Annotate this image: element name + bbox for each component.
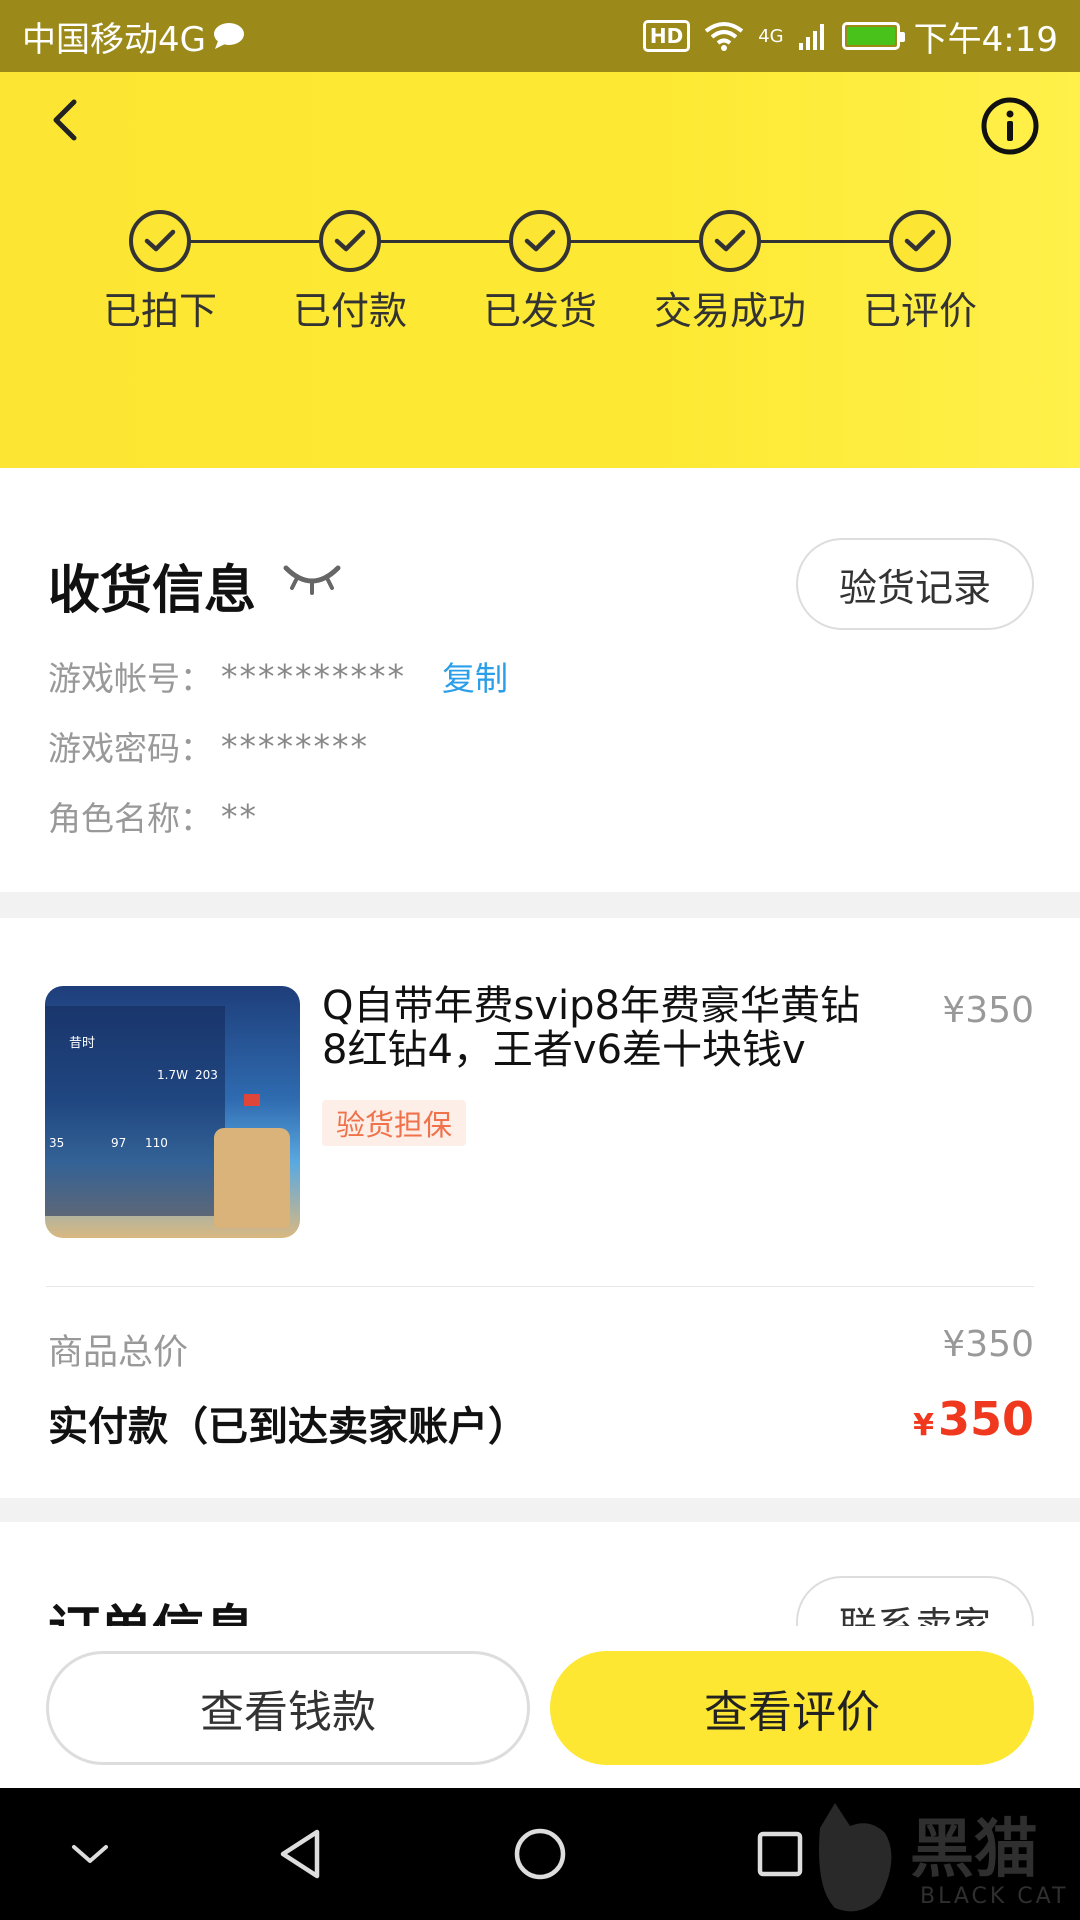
sandcastle-image	[214, 1128, 290, 1228]
delivery-title: 收货信息	[48, 561, 257, 621]
paid-label: 实付款（已到达卖家账户）	[48, 1404, 528, 1450]
product-title[interactable]: Q自带年费svip8年费豪华黄钻8红钻4，王者v6差十块钱v	[322, 984, 882, 1072]
role-row: 角色名称： **	[48, 792, 258, 840]
total-price-label: 商品总价	[48, 1333, 189, 1373]
check-circle-icon	[129, 210, 191, 272]
navigation-bar: 黑猫 BLACK CAT	[0, 1788, 1080, 1920]
divider	[46, 1286, 1034, 1287]
home-nav-button[interactable]	[480, 1788, 600, 1920]
thumb-name: 昔时	[69, 1036, 96, 1051]
password-row: 游戏密码： ********	[48, 722, 369, 770]
check-circle-icon	[699, 210, 761, 272]
battery-icon	[841, 22, 905, 50]
step-paid: 已付款	[255, 210, 445, 335]
step-completed: 交易成功	[635, 210, 825, 335]
paid-amount: ¥350	[913, 1392, 1034, 1446]
back-nav-button[interactable]	[240, 1788, 360, 1920]
product-card: 昔时 1.7W 203 35 97 110 Q自带年费svip8年费豪华黄钻8红…	[0, 918, 1080, 1498]
hide-keyboard-button[interactable]	[30, 1788, 150, 1920]
step-shipped: 已发货	[445, 210, 635, 335]
role-value: **	[221, 796, 258, 836]
password-label: 游戏密码：	[48, 729, 213, 768]
thumb-stat: 97	[111, 1136, 127, 1150]
account-row: 游戏帐号： ********** 复制	[48, 652, 508, 700]
watermark-subtext: BLACK CAT	[920, 1884, 1069, 1909]
status-bar: 中国移动4G HD 4G 下午4:19	[0, 0, 1080, 72]
eye-closed-icon[interactable]	[282, 560, 342, 596]
account-label: 游戏帐号：	[48, 659, 213, 698]
step-label: 已评价	[862, 289, 977, 333]
thumb-stat: 35	[49, 1136, 65, 1150]
action-bar: 查看钱款 查看评价	[0, 1626, 1080, 1788]
message-icon	[213, 23, 244, 49]
paid-value: 350	[937, 1392, 1034, 1446]
step-taken: 已拍下	[65, 210, 255, 335]
cat-logo-icon	[819, 1803, 892, 1912]
chevron-down-icon	[72, 1845, 108, 1863]
clock: 下午4:19	[913, 19, 1058, 60]
check-circle-icon	[889, 210, 951, 272]
square-recents-icon	[757, 1831, 803, 1877]
step-label: 已发货	[482, 289, 597, 333]
view-review-button[interactable]: 查看评价	[550, 1651, 1034, 1765]
currency-symbol: ¥	[913, 1408, 934, 1443]
step-label: 已拍下	[102, 289, 217, 333]
view-money-button[interactable]: 查看钱款	[46, 1651, 530, 1765]
check-circle-icon	[509, 210, 571, 272]
watermark-text: 黑猫	[910, 1813, 1038, 1887]
signal-icon	[798, 24, 824, 50]
step-label: 已付款	[292, 289, 407, 333]
role-label: 角色名称：	[48, 799, 213, 838]
inspection-record-button[interactable]: 验货记录	[796, 538, 1034, 630]
back-button[interactable]	[38, 90, 98, 150]
watermark: 黑猫 BLACK CAT	[800, 1788, 1080, 1920]
check-circle-icon	[319, 210, 381, 272]
product-thumbnail[interactable]: 昔时 1.7W 203 35 97 110	[45, 986, 300, 1238]
copy-link[interactable]: 复制	[442, 652, 508, 700]
account-value: **********	[221, 656, 406, 696]
info-button[interactable]	[980, 96, 1040, 156]
triangle-back-icon	[280, 1829, 320, 1879]
info-icon	[981, 97, 1039, 155]
circle-home-icon	[514, 1828, 566, 1880]
delivery-info-card: 收货信息 验货记录 游戏帐号： ********** 复制 游戏密码： ****…	[0, 468, 1080, 892]
progress-steps: 已拍下 已付款 已发货 交易成功 已评价	[100, 210, 980, 333]
order-info-card: 订单信息 联系卖家	[0, 1522, 1080, 1642]
product-price: ¥350	[942, 990, 1034, 1031]
order-status-header: 已拍下 已付款 已发货 交易成功 已评价	[0, 72, 1080, 468]
wifi-icon	[705, 22, 744, 51]
chevron-left-icon	[53, 99, 77, 141]
network-type: 4G	[758, 25, 784, 47]
flag-image	[244, 1094, 260, 1106]
inspection-guarantee-tag: 验货担保	[322, 1100, 467, 1146]
thumb-stat: 110	[145, 1136, 168, 1150]
carrier-text: 中国移动4G	[22, 19, 206, 60]
total-price-value: ¥350	[942, 1324, 1034, 1365]
password-value: ********	[221, 726, 369, 766]
step-reviewed: 已评价	[825, 210, 1015, 335]
hd-badge: HD	[642, 20, 691, 52]
step-label: 交易成功	[653, 289, 806, 333]
thumb-stat: 203	[195, 1068, 218, 1082]
thumb-stat: 1.7W	[157, 1068, 188, 1082]
